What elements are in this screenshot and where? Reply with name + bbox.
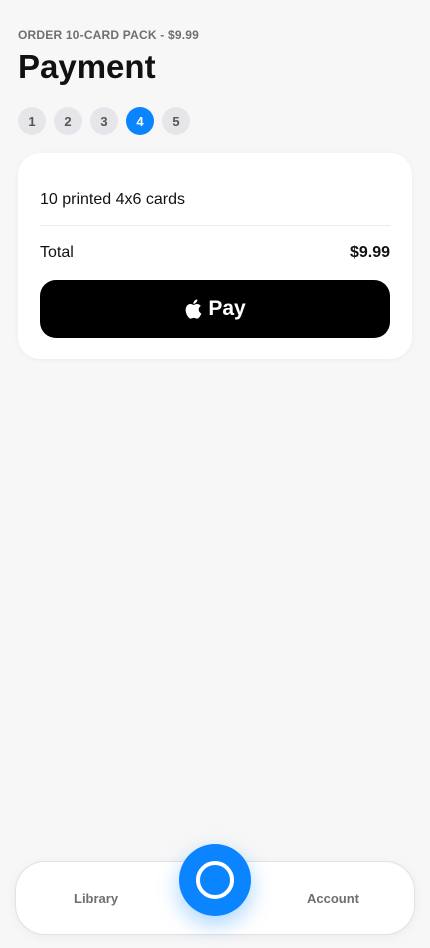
total-label: Total (40, 244, 74, 261)
apple-icon (185, 299, 202, 319)
tab-library[interactable]: Library (74, 891, 118, 906)
page-title: Payment (18, 48, 156, 85)
step-2[interactable]: 2 (54, 107, 82, 135)
order-eyebrow: ORDER 10-CARD PACK - $9.99 (18, 28, 200, 42)
tab-account[interactable]: Account (307, 891, 359, 906)
step-3[interactable]: 3 (90, 107, 118, 135)
order-item: 10 printed 4x6 cards (40, 191, 185, 208)
order-summary-card: 10 printed 4x6 cards Total $9.99 Pay (18, 153, 412, 359)
step-indicator: 1 2 3 4 5 (18, 107, 190, 135)
divider (40, 225, 390, 226)
camera-shutter-icon (196, 861, 234, 899)
capture-button[interactable] (179, 844, 251, 916)
step-4-current[interactable]: 4 (126, 107, 154, 135)
payment-screen: ORDER 10-CARD PACK - $9.99 Payment 1 2 3… (0, 0, 430, 948)
pay-button-label: Pay (208, 297, 246, 320)
step-5[interactable]: 5 (162, 107, 190, 135)
apple-pay-button[interactable]: Pay (40, 280, 390, 338)
total-amount: $9.99 (349, 244, 390, 261)
step-1[interactable]: 1 (18, 107, 46, 135)
